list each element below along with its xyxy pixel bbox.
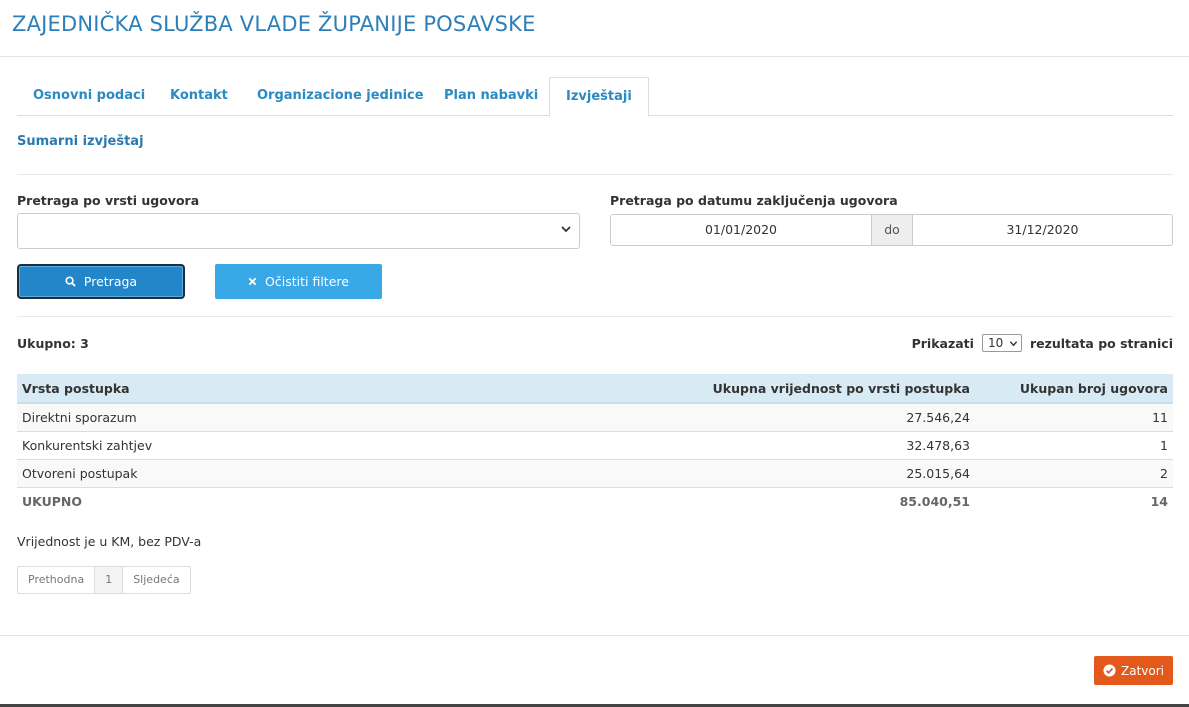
table-row: Otvoreni postupak 25.015,64 2	[17, 458, 1173, 487]
procedure-type-cell: Direktni sporazum	[17, 402, 417, 431]
total-value-cell: 27.546,24	[417, 402, 975, 431]
total-value-cell: 32.478,63	[417, 430, 975, 459]
search-button-label: Pretraga	[83, 274, 138, 289]
date-separator: do	[871, 215, 913, 245]
per-page-select[interactable]: 10	[981, 334, 1022, 352]
summary-table: Vrsta postupka Ukupna vrijednost po vrst…	[17, 374, 1173, 515]
check-circle-icon	[1103, 664, 1116, 677]
chevron-down-icon	[561, 226, 571, 233]
table-total-row: UKUPNO 85.040,51 14	[17, 486, 1173, 515]
search-icon	[65, 276, 76, 287]
procedure-type-cell: Konkurentski zahtjev	[17, 430, 417, 459]
date-range: 01/01/2020 do 31/12/2020	[610, 214, 1173, 246]
footer-divider	[0, 635, 1189, 636]
table-row: Konkurentski zahtjev 32.478,63 1	[17, 430, 1173, 459]
title-bar: ZAJEDNIČKA SLUŽBA VLADE ŽUPANIJE POSAVSK…	[0, 0, 1189, 57]
per-page-label: Prikazati	[911, 335, 974, 351]
search-button[interactable]: Pretraga	[17, 264, 185, 299]
total-value-sum-cell: 85.040,51	[417, 486, 975, 515]
pagination-prev[interactable]: Prethodna	[18, 567, 94, 593]
pagination-next[interactable]: Sljedeća	[123, 567, 189, 593]
contract-type-select[interactable]	[17, 213, 580, 249]
chevron-down-icon	[1009, 340, 1018, 346]
divider	[17, 316, 1173, 317]
tab-kontakt[interactable]: Kontakt	[154, 77, 244, 116]
total-label-cell: UKUPNO	[17, 486, 417, 515]
close-icon	[248, 277, 257, 286]
page-title: ZAJEDNIČKA SLUŽBA VLADE ŽUPANIJE POSAVSK…	[12, 12, 536, 36]
section-title: Sumarni izvještaj	[17, 134, 144, 149]
table-header-row: Vrsta postupka Ukupna vrijednost po vrst…	[17, 374, 1173, 404]
date-to-input[interactable]: 31/12/2020	[913, 215, 1172, 245]
contract-count-cell: 1	[975, 430, 1173, 459]
clear-filters-label: Očistiti filtere	[265, 274, 349, 289]
close-button[interactable]: Zatvori	[1094, 656, 1173, 685]
results-total: Ukupno: 3	[17, 336, 89, 351]
pagination-page[interactable]: 1	[94, 567, 124, 593]
close-button-label: Zatvori	[1121, 663, 1164, 678]
tab-organizacione-jedinice[interactable]: Organizacione jedinice	[241, 77, 440, 116]
column-header-procedure-type[interactable]: Vrsta postupka	[17, 374, 417, 404]
contract-count-cell: 2	[975, 458, 1173, 487]
per-page-control: Prikazati 10 rezultata po stranici	[912, 334, 1173, 352]
tab-bar: Osnovni podaci Kontakt Organizacione jed…	[17, 77, 1173, 117]
per-page-value: 10	[987, 336, 1004, 350]
divider	[17, 174, 1173, 175]
table-row: Direktni sporazum 27.546,24 11	[17, 402, 1173, 431]
contract-count-cell: 11	[975, 402, 1173, 431]
tab-osnovni-podaci[interactable]: Osnovni podaci	[17, 77, 161, 116]
tab-plan-nabavki[interactable]: Plan nabavki	[428, 77, 554, 116]
tab-izvjestaji[interactable]: Izvještaji	[549, 77, 649, 117]
column-header-contract-count[interactable]: Ukupan broj ugovora	[975, 374, 1173, 404]
total-count-sum-cell: 14	[975, 486, 1173, 515]
procedure-type-cell: Otvoreni postupak	[17, 458, 417, 487]
date-range-label: Pretraga po datumu zaključenja ugovora	[610, 193, 898, 208]
contract-type-label: Pretraga po vrsti ugovora	[17, 193, 200, 208]
date-from-input[interactable]: 01/01/2020	[611, 215, 871, 245]
total-value-cell: 25.015,64	[417, 458, 975, 487]
column-header-total-value[interactable]: Ukupna vrijednost po vrsti postupka	[417, 374, 975, 404]
pagination: Prethodna 1 Sljedeća	[17, 566, 191, 594]
per-page-suffix: rezultata po stranici	[1029, 335, 1173, 351]
currency-note: Vrijednost je u KM, bez PDV-a	[17, 534, 202, 549]
clear-filters-button[interactable]: Očistiti filtere	[215, 264, 382, 299]
